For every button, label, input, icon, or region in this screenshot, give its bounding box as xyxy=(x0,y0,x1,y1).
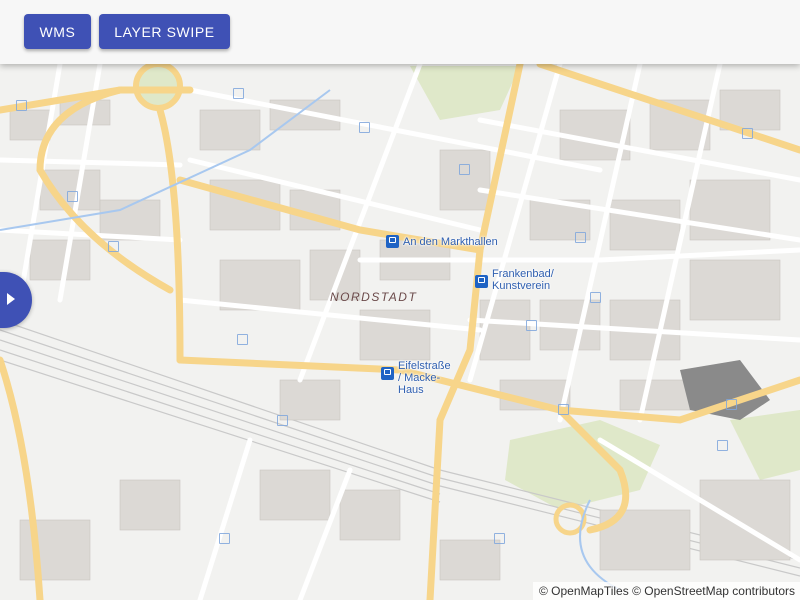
stop-label-frankenbad: Frankenbad/ Kunstverein xyxy=(492,268,554,292)
stop-label-eifelstrasse: Eifelstraße / Macke-Haus xyxy=(398,360,451,396)
attribution-openmaptiles[interactable]: © OpenMapTiles xyxy=(539,584,629,598)
poi-icon xyxy=(558,404,569,415)
poi-icon xyxy=(233,88,244,99)
poi-icon xyxy=(590,292,601,303)
poi-icon xyxy=(575,232,586,243)
poi-icon xyxy=(219,533,230,544)
poi-icon xyxy=(67,191,78,202)
toolbar: WMS LAYER SWIPE xyxy=(0,0,800,64)
poi-icon xyxy=(277,415,288,426)
poi-icon xyxy=(108,241,119,252)
poi-icon xyxy=(459,164,470,175)
bus-stop-icon[interactable] xyxy=(386,235,399,248)
poi-icon xyxy=(526,320,537,331)
map-attribution: © OpenMapTiles © OpenStreetMap contribut… xyxy=(532,582,800,600)
poi-icon xyxy=(742,128,753,139)
bus-stop-icon[interactable] xyxy=(381,367,394,380)
poi-icon xyxy=(359,122,370,133)
bus-stop-icon[interactable] xyxy=(475,275,488,288)
map-view[interactable]: NORDSTADT An den Markthallen Frankenbad/… xyxy=(0,64,800,600)
poi-icon xyxy=(494,533,505,544)
poi-icon xyxy=(717,440,728,451)
map-canvas[interactable] xyxy=(0,64,800,600)
stop-label-markthallen: An den Markthallen xyxy=(403,236,498,248)
layer-swipe-button[interactable]: LAYER SWIPE xyxy=(99,14,230,49)
poi-icon xyxy=(237,334,248,345)
wms-button[interactable]: WMS xyxy=(24,14,91,49)
play-arrow-icon xyxy=(7,293,15,305)
poi-icon xyxy=(16,100,27,111)
district-label: NORDSTADT xyxy=(330,290,418,304)
poi-icon xyxy=(726,399,737,410)
attribution-osm[interactable]: © OpenStreetMap contributors xyxy=(632,584,795,598)
